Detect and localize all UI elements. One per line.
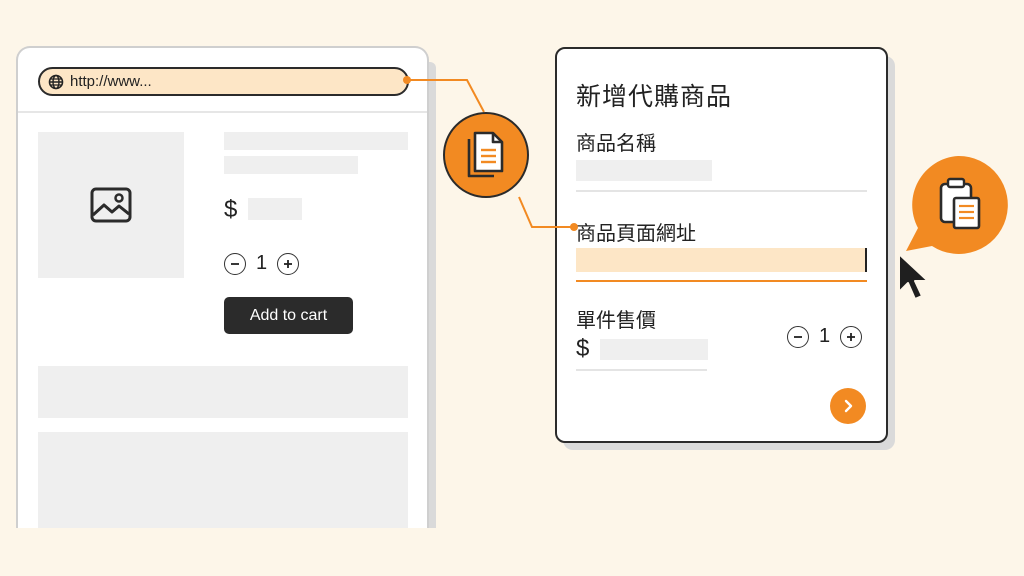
product-name-field[interactable] bbox=[576, 160, 712, 181]
add-item-form: 新增代購商品 商品名稱 商品頁面網址 單件售價 $ 1 bbox=[555, 47, 888, 443]
price-symbol: $ bbox=[224, 196, 238, 223]
product-url-field[interactable] bbox=[576, 248, 867, 272]
mouse-cursor-icon bbox=[898, 253, 929, 300]
browser-window: http://www... $ 1 Add to cart bbox=[16, 46, 429, 528]
add-to-cart-button[interactable]: Add to cart bbox=[224, 297, 353, 334]
plus-icon bbox=[847, 332, 856, 341]
product-image-placeholder bbox=[38, 132, 184, 278]
document-icon bbox=[467, 131, 504, 178]
quantity-value: 1 bbox=[256, 252, 268, 274]
chevron-right-icon bbox=[844, 399, 853, 413]
product-url-underline bbox=[576, 280, 867, 282]
quantity-stepper: 1 bbox=[224, 252, 300, 275]
increment-button[interactable] bbox=[840, 325, 863, 348]
increment-button[interactable] bbox=[277, 252, 300, 275]
globe-icon bbox=[48, 74, 64, 89]
quantity-value: 1 bbox=[819, 325, 831, 347]
decrement-button[interactable] bbox=[787, 325, 809, 348]
minus-icon bbox=[794, 335, 802, 338]
content-block-placeholder bbox=[38, 432, 408, 528]
unit-price-field[interactable] bbox=[600, 339, 708, 360]
product-name-label: 商品名稱 bbox=[576, 131, 656, 155]
product-name-underline bbox=[576, 190, 867, 192]
product-title-placeholder bbox=[224, 132, 408, 150]
product-url-label: 商品頁面網址 bbox=[576, 221, 696, 245]
browser-shadow bbox=[428, 62, 436, 528]
product-subtitle-placeholder bbox=[224, 156, 358, 174]
toolbar-divider bbox=[18, 111, 427, 113]
content-block-placeholder bbox=[38, 366, 408, 418]
decrement-button[interactable] bbox=[224, 252, 246, 275]
quantity-stepper: 1 bbox=[787, 325, 863, 348]
unit-price-label: 單件售價 bbox=[576, 308, 656, 332]
text-caret bbox=[865, 248, 867, 272]
unit-price-underline bbox=[576, 369, 707, 371]
url-text: http://www... bbox=[70, 73, 152, 90]
minus-icon bbox=[231, 262, 239, 265]
address-bar[interactable]: http://www... bbox=[38, 67, 409, 96]
paste-clipboard-bubble bbox=[906, 155, 1008, 254]
image-icon bbox=[90, 187, 132, 223]
plus-icon bbox=[284, 259, 293, 268]
price-placeholder bbox=[248, 198, 302, 220]
copy-document-bubble bbox=[443, 112, 529, 198]
next-button[interactable] bbox=[830, 388, 866, 424]
price-symbol: $ bbox=[576, 335, 590, 362]
form-title: 新增代購商品 bbox=[576, 82, 733, 111]
